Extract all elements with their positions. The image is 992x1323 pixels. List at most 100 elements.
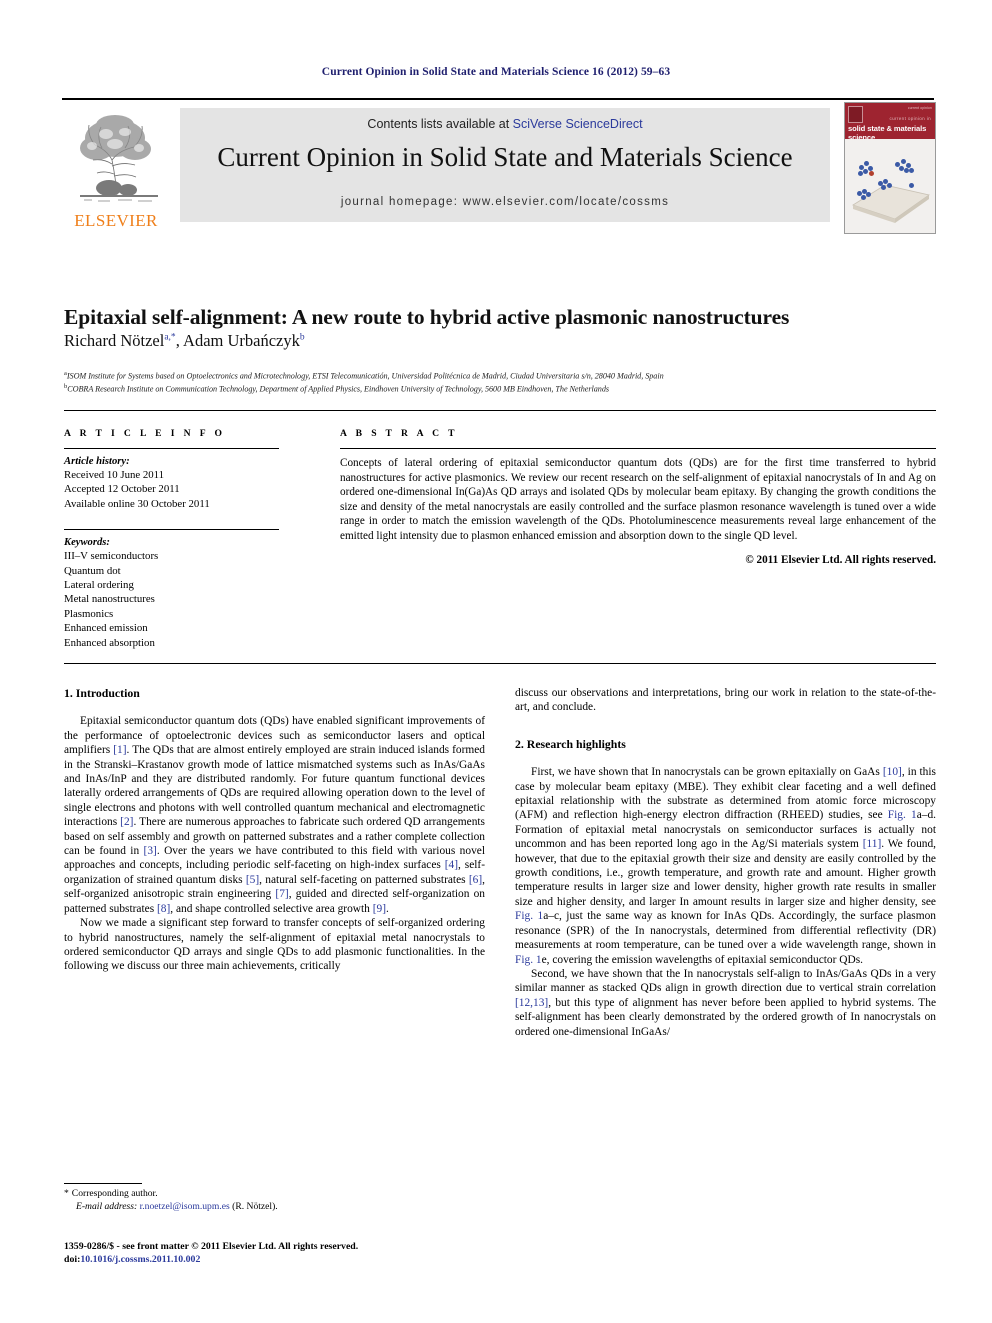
citation-ref[interactable]: [4] [445, 859, 458, 871]
citation-ref[interactable]: [5] [246, 874, 259, 886]
keywords-rule [64, 529, 279, 531]
article-info-rule [64, 448, 279, 449]
contents-prefix: Contents lists available at [367, 117, 513, 131]
email-owner: (R. Nötzel). [232, 1200, 278, 1212]
doi-link[interactable]: 10.1016/j.cossms.2011.10.002 [80, 1254, 200, 1265]
doi-line: doi:10.1016/j.cossms.2011.10.002 [64, 1253, 534, 1266]
article-page: Current Opinion in Solid State and Mater… [0, 0, 992, 1323]
article-info-heading: A R T I C L E I N F O [64, 428, 226, 439]
keyword-item: Enhanced absorption [64, 636, 155, 649]
doi-label: doi: [64, 1254, 81, 1265]
issn-line: 1359-0286/$ - see front matter © 2011 El… [64, 1241, 359, 1252]
citation-ref[interactable]: [9] [373, 903, 386, 915]
abstract-section: A B S T R A C T Concepts of lateral orde… [340, 428, 936, 566]
section-heading-research-highlights: 2. Research highlights [515, 736, 626, 751]
page-footer: 1359-0286/$ - see front matter © 2011 El… [64, 1240, 534, 1266]
corresponding-author-label: Corresponding author. [71, 1188, 158, 1199]
elsevier-wordmark: ELSEVIER [74, 211, 158, 230]
affiliation-text: ISOM Institute for Systems based on Opto… [66, 371, 664, 381]
affiliation-text: COBRA Research Institute on Communicatio… [67, 384, 610, 394]
abstract-rule [340, 448, 936, 449]
keyword-item: III–V semiconductors [64, 550, 159, 563]
cover-micro-text: current opinion [907, 106, 932, 110]
author-marks[interactable]: a,* [164, 333, 175, 343]
paragraph: Now we made a significant step forward t… [64, 917, 485, 973]
keywords-block: Keywords: III–V semiconductors Quantum d… [64, 529, 279, 650]
paragraph-text: , but this type of alignment has never b… [515, 996, 936, 1038]
figure-ref[interactable]: Fig. 1 [515, 954, 542, 966]
figure-ref[interactable]: Fig. 1 [888, 809, 917, 821]
citation-ref[interactable]: [11] [863, 838, 882, 850]
author-list: Richard Nötzela,*, Adam Urbańczykb [64, 331, 936, 351]
article-history-item: Accepted 12 October 2011 [64, 483, 180, 496]
paragraph: Epitaxial semiconductor quantum dots (QD… [64, 714, 485, 916]
section-heading-introduction: 1. Introduction [64, 686, 140, 700]
journal-banner: ELSEVIER Contents lists available at Sci… [62, 98, 936, 234]
author-separator: , [175, 331, 184, 350]
abstract-copyright: © 2011 Elsevier Ltd. All rights reserved… [745, 553, 936, 566]
elsevier-logo: ELSEVIER [62, 108, 172, 232]
paragraph-text: e, covering the emission wavelengths of … [541, 953, 863, 966]
cover-header-band: current opinion current opinion in solid… [845, 103, 935, 142]
elsevier-tree-icon [80, 115, 158, 202]
citation-ref[interactable]: [3] [144, 845, 157, 857]
journal-cover-thumbnail[interactable]: current opinion current opinion in solid… [844, 102, 936, 234]
banner-top-rule [62, 98, 934, 100]
paragraph: First, we have shown that In nanocrystal… [515, 765, 936, 967]
article-info-section: A R T I C L E I N F O Article history: R… [64, 428, 279, 650]
paragraph-continuation: discuss our observations and interpretat… [515, 687, 936, 714]
paragraph-text: a–c, just the same way as known for InAs… [515, 910, 936, 952]
info-band-bottom-rule [64, 663, 936, 664]
asterisk-icon: * [64, 1188, 69, 1199]
abstract-heading: A B S T R A C T [340, 428, 458, 439]
email-link[interactable]: r.noetzel@isom.upm.es [140, 1201, 230, 1212]
paragraph-text: , natural self-faceting on patterned sub… [259, 873, 469, 886]
footnote-rule [64, 1183, 142, 1184]
affiliation: bCOBRA Research Institute on Communicati… [64, 383, 944, 394]
keyword-item: Metal nanostructures [64, 593, 155, 606]
keywords-label: Keywords: [64, 537, 110, 549]
citation-ref[interactable]: [8] [157, 903, 170, 915]
keyword-item: Plasmonics [64, 607, 114, 620]
keyword-item: Quantum dot [64, 564, 121, 577]
paragraph-text: First, we have shown that In nanocrystal… [531, 766, 883, 779]
article-history-label: Article history: [64, 456, 130, 467]
keyword-item: Enhanced emission [64, 622, 148, 635]
keyword-item: Lateral ordering [64, 579, 134, 592]
article-history-item: Received 10 June 2011 [64, 469, 165, 481]
paragraph-text: , and shape controlled selective area gr… [170, 902, 373, 915]
citation-ref[interactable]: [10] [883, 766, 902, 778]
body-column-left: 1. Introduction Epitaxial semiconductor … [64, 686, 485, 974]
email-label: E-mail address: [76, 1200, 138, 1212]
paragraph-text: . [386, 902, 389, 915]
citation-ref[interactable]: [7] [275, 888, 288, 900]
paragraph: Second, we have shown that the In nanocr… [515, 967, 936, 1039]
cover-elsevier-mark-icon [848, 106, 863, 123]
cover-artwork [845, 139, 935, 233]
info-band-top-rule [64, 410, 936, 411]
citation-ref[interactable]: [1] [113, 744, 126, 756]
citation-ref[interactable]: [12,13] [515, 997, 548, 1009]
citation-ref[interactable]: [2] [120, 816, 133, 828]
journal-homepage-line[interactable]: journal homepage: www.elsevier.com/locat… [180, 196, 830, 208]
author-name: Adam Urbańczyk [183, 331, 300, 350]
author-marks[interactable]: b [300, 333, 305, 343]
article-history-item: Available online 30 October 2011 [64, 497, 210, 510]
contents-lists-line: Contents lists available at SciVerse Sci… [180, 117, 830, 131]
abstract-text: Concepts of lateral ordering of epitaxia… [340, 457, 936, 542]
author-name: Richard Nötzel [64, 331, 165, 350]
body-column-right: discuss our observations and interpretat… [515, 686, 936, 1039]
contents-panel: Contents lists available at SciVerse Sci… [180, 108, 830, 222]
journal-title: Current Opinion in Solid State and Mater… [217, 142, 793, 172]
paragraph-text: Second, we have shown that the In nanocr… [515, 967, 936, 995]
sciencedirect-link[interactable]: SciVerse ScienceDirect [513, 117, 643, 131]
email-line: E-mail address: r.noetzel@isom.upm.es (R… [64, 1201, 485, 1214]
running-head: Current Opinion in Solid State and Mater… [321, 66, 671, 78]
footnote-block: * Corresponding author. E-mail address: r… [64, 1188, 485, 1213]
figure-ref[interactable]: Fig. 1 [515, 910, 543, 922]
citation-ref[interactable]: [6] [469, 874, 482, 886]
corresponding-author-line: * Corresponding author. [64, 1188, 485, 1201]
page-title: Epitaxial self-alignment: A new route to… [64, 305, 790, 330]
affiliation: aISOM Institute for Systems based on Opt… [64, 370, 944, 381]
cover-kicker: current opinion in [889, 116, 931, 121]
